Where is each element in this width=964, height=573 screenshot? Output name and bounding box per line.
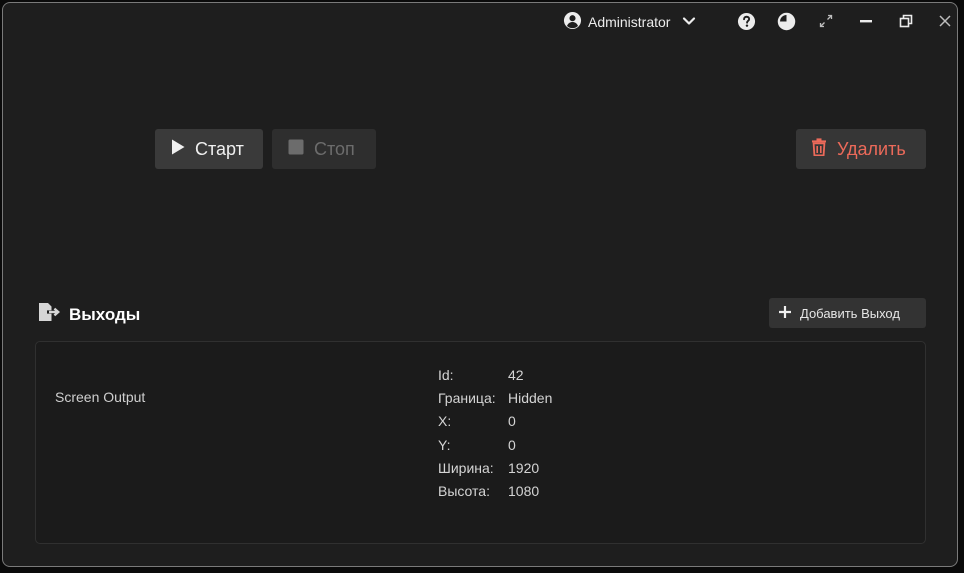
plus-icon [778,305,792,322]
property-row: Высота: 1080 [438,480,552,503]
property-row: Y: 0 [438,434,552,457]
delete-label: Удалить [837,138,906,159]
user-circle-icon [563,11,582,33]
theme-icon[interactable] [776,11,796,31]
property-key: Y: [438,436,451,453]
property-value: Hidden [508,390,553,407]
expand-icon[interactable] [816,11,836,31]
add-output-label: Добавить Выход [800,305,900,321]
user-menu[interactable]: Administrator [563,11,696,33]
property-value: 0 [508,413,516,430]
property-row: Граница: Hidden [438,387,552,410]
property-key: Высота: [438,482,490,499]
property-value: 42 [508,367,524,383]
output-card: Screen Output Id: 42 Граница: Hidden X: … [35,341,926,544]
delete-button[interactable]: Удалить [796,129,926,169]
property-row: X: 0 [438,410,552,433]
stop-label: Стоп [314,138,355,159]
property-key: Id: [438,367,454,383]
stop-icon [288,139,304,160]
start-button[interactable]: Старт [155,129,263,169]
stop-button[interactable]: Стоп [272,129,376,169]
output-properties: Id: 42 Граница: Hidden X: 0 Y: 0 Ширина:… [438,364,552,503]
property-value: 1080 [508,482,540,499]
property-key: X: [438,413,452,430]
property-value: 0 [508,436,516,453]
start-label: Старт [195,138,244,159]
outputs-title: Выходы [69,304,141,324]
property-row: Id: 42 [438,364,552,387]
title-bar: Administrator [3,3,957,39]
property-row: Ширина: 1920 [438,457,552,480]
minimize-icon[interactable] [856,11,876,31]
help-icon[interactable] [736,11,756,31]
property-value: 1920 [508,459,540,476]
property-key: Ширина: [438,459,494,476]
outputs-heading: Выходы [37,302,140,327]
trash-icon [811,137,827,161]
restore-icon[interactable] [896,11,916,31]
property-key: Граница: [438,390,496,407]
output-export-icon [37,302,61,327]
play-icon [171,139,185,160]
add-output-button[interactable]: Добавить Выход [769,298,926,328]
close-icon[interactable] [935,11,955,31]
chevron-down-icon [682,14,696,31]
app-window: Administrator Старт Стоп Удалить Выходы … [2,2,958,567]
output-name: Screen Output [55,389,146,405]
user-name: Administrator [588,14,671,30]
